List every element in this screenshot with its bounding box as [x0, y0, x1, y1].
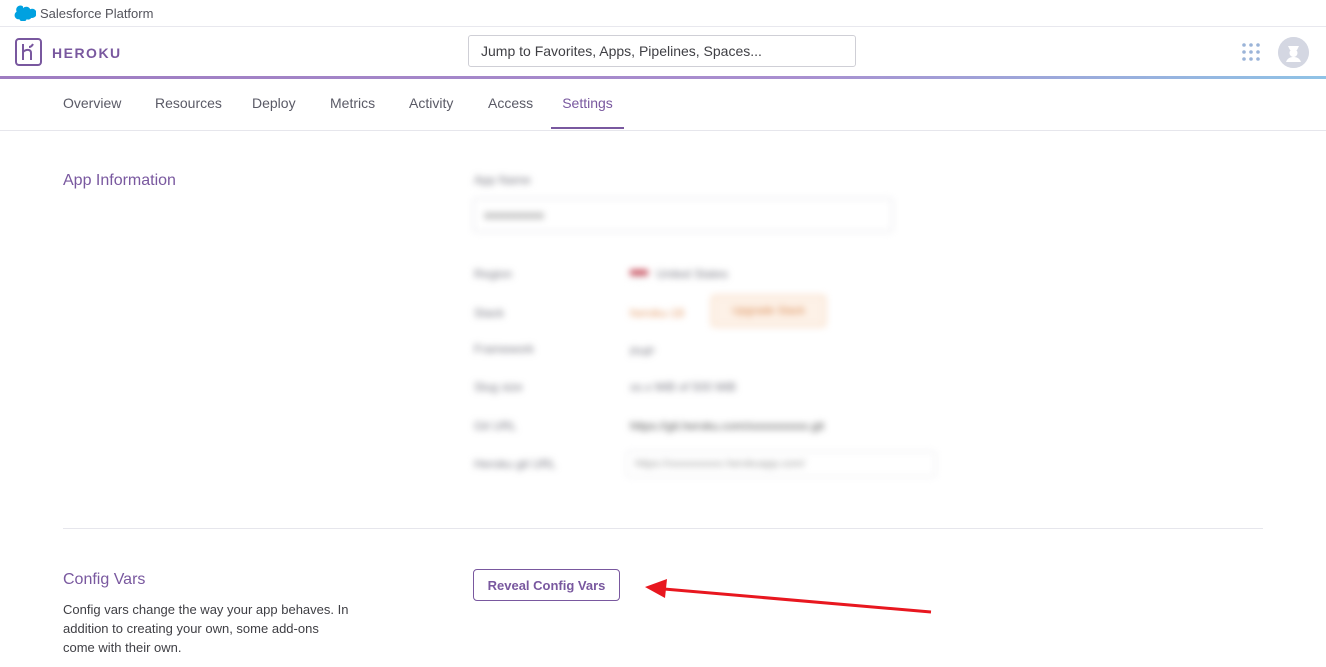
stack-label: Stack — [474, 306, 505, 320]
search-input[interactable] — [468, 35, 856, 67]
tab-metrics[interactable]: Metrics — [328, 79, 377, 129]
heroku-git-url-label: Heroku git URL — [474, 457, 557, 471]
heroku-header: HEROKU — [0, 27, 1326, 77]
tab-access[interactable]: Access — [486, 79, 535, 129]
apps-grid-icon[interactable] — [1241, 42, 1261, 62]
git-url-label: Git URL — [474, 419, 517, 433]
heroku-logo-icon[interactable] — [15, 38, 42, 66]
config-vars-title: Config Vars — [63, 571, 146, 588]
tab-deploy[interactable]: Deploy — [250, 79, 298, 129]
app-name-field[interactable]: xxxxxxxxxx — [473, 198, 893, 232]
tab-resources[interactable]: Resources — [153, 79, 224, 129]
region-label: Region — [474, 267, 513, 281]
slug-size-value: xx.x MiB of 500 MiB — [630, 380, 737, 394]
framework-value: PHP — [630, 345, 655, 359]
platform-bar: Salesforce Platform — [0, 0, 1326, 27]
section-divider — [63, 528, 1263, 529]
tab-settings[interactable]: Settings — [551, 79, 624, 129]
user-avatar-icon — [1278, 37, 1309, 68]
framework-label: Framework — [474, 342, 535, 356]
region-value: United States — [630, 267, 728, 281]
tab-activity[interactable]: Activity — [407, 79, 455, 129]
reveal-config-vars-button[interactable]: Reveal Config Vars — [473, 569, 620, 601]
platform-label: Salesforce Platform — [40, 6, 154, 21]
slug-size-label: Slug size — [474, 380, 523, 394]
upgrade-stack-button[interactable]: Upgrade Stack — [711, 295, 826, 327]
us-flag-icon — [630, 269, 648, 280]
stack-value: heroku-18 — [630, 306, 685, 320]
app-information-title: App Information — [63, 172, 176, 189]
config-vars-description: Config vars change the way your app beha… — [63, 602, 349, 655]
salesforce-cloud-icon — [14, 5, 36, 21]
app-tabs: Overview Resources Deploy Metrics Activi… — [0, 79, 1326, 131]
avatar[interactable] — [1278, 37, 1309, 68]
heroku-wordmark[interactable]: HEROKU — [52, 45, 122, 61]
annotation-arrow-icon — [645, 579, 932, 614]
tab-overview[interactable]: Overview — [61, 79, 123, 129]
git-url-value[interactable]: https://git.heroku.com/xxxxxxxxxx.git — [630, 419, 824, 433]
app-name-label: App Name — [474, 173, 531, 187]
heroku-git-url-field[interactable]: https://xxxxxxxxxx.herokuapp.com/ — [626, 451, 936, 477]
app-information-blurred-panel: App Name xxxxxxxxxx Region United States… — [466, 165, 956, 485]
